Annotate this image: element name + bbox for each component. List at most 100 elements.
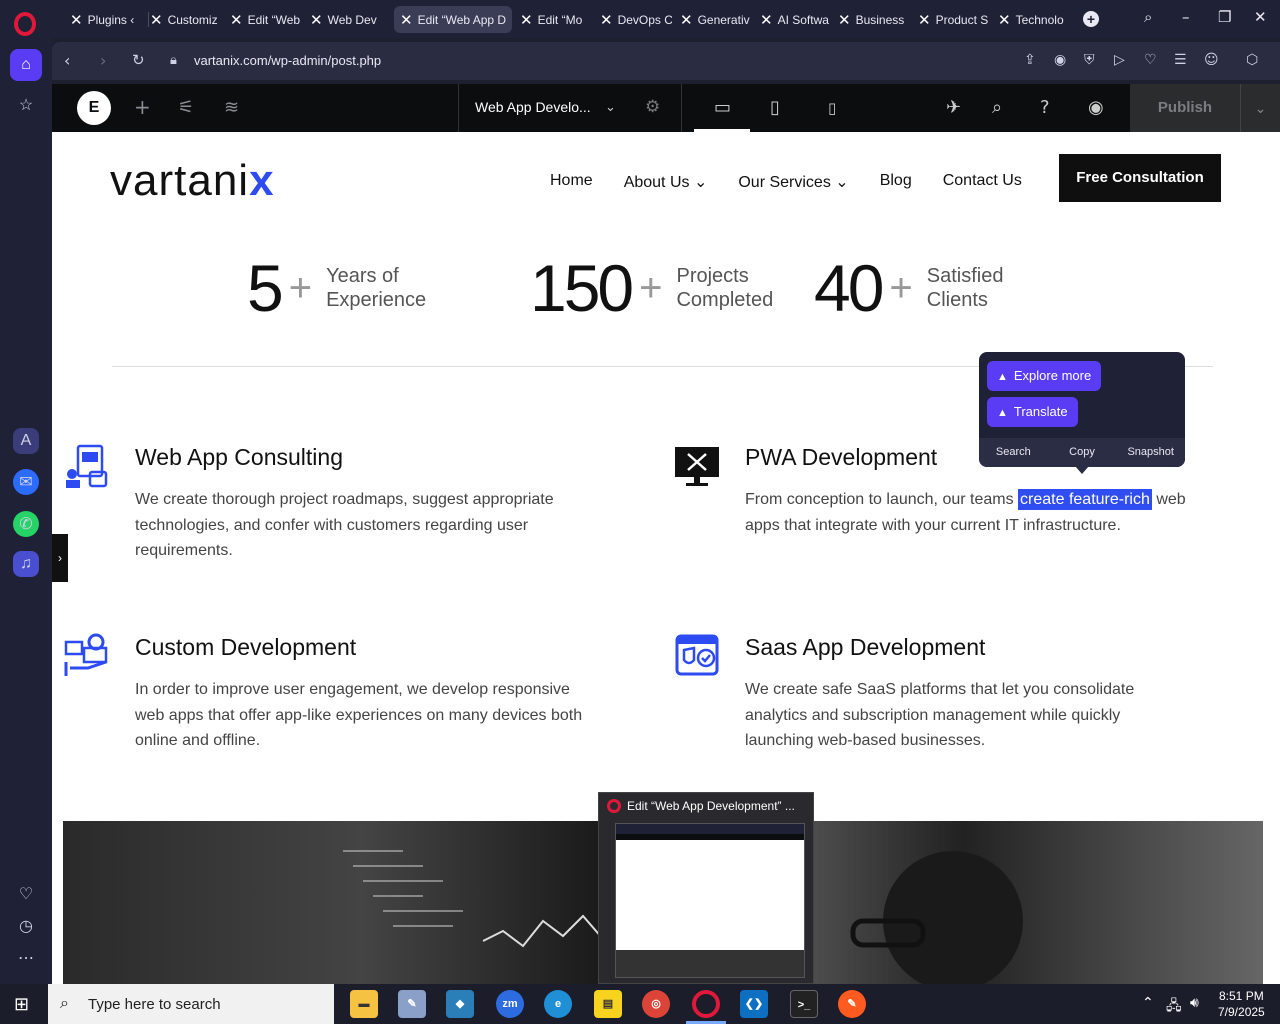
url-field[interactable]: vartanix.com/wp-admin/post.php — [194, 53, 381, 68]
free-consultation-button[interactable]: Free Consultation — [1059, 154, 1221, 202]
notifications-icon[interactable]: ✈ — [946, 97, 961, 118]
restore-icon[interactable]: ❐ — [1218, 8, 1231, 26]
opera-sidebar: ⌂ ☆ A ✉ ✆ ♫ ♡ ◷ ⋯ — [0, 0, 52, 984]
custom-development-icon — [64, 633, 108, 676]
aria-icon: ▲ — [997, 371, 1008, 383]
opera-taskbar-icon[interactable] — [692, 990, 720, 1018]
profile-icon[interactable]: ☺ — [1204, 52, 1219, 68]
bookmark-heart-icon[interactable]: ♡ — [1144, 52, 1157, 68]
opera-logo-icon[interactable] — [14, 12, 36, 36]
service-web-app-consulting: Web App Consulting We create thorough pr… — [135, 444, 554, 559]
elementor-logo-icon[interactable]: E — [77, 91, 111, 125]
tab-search-icon[interactable]: ⌕ — [1144, 8, 1152, 26]
chrome-icon[interactable]: ◎ — [642, 990, 670, 1018]
home-icon[interactable]: ⌂ — [10, 49, 42, 81]
panel-expand-chevron-icon[interactable]: › — [52, 534, 68, 582]
popup-copy-button[interactable]: Copy — [1048, 438, 1117, 467]
paint-icon[interactable]: ✎ — [398, 990, 426, 1018]
extensions-icon[interactable]: ⬡ — [1246, 52, 1258, 68]
system-clock[interactable]: 8:51 PM 7/9/2025 — [1218, 988, 1265, 1020]
nav-blog[interactable]: Blog — [880, 172, 912, 192]
mobile-icon[interactable]: ▯ — [828, 99, 836, 117]
service-saas-app-development: Saas App Development We create safe SaaS… — [745, 634, 1135, 749]
more-icon[interactable]: ⋯ — [10, 942, 42, 974]
music-player-icon[interactable]: ♫ — [13, 551, 39, 577]
camera-icon[interactable]: ◉ — [1054, 52, 1066, 68]
terminal-icon[interactable]: >_ — [790, 990, 818, 1018]
page-title-dropdown[interactable]: Web App Develo... ⌄ ⚙ — [458, 84, 682, 132]
whatsapp-icon[interactable]: ✆ — [13, 511, 39, 537]
taskbar-window-preview[interactable]: Edit “Web App Development” ... — [598, 792, 814, 984]
messenger-icon[interactable]: ✉ — [13, 469, 39, 495]
close-window-icon[interactable]: ✕ — [1254, 8, 1267, 26]
tab[interactable]: ✕ Edit “Web — [224, 6, 302, 33]
popup-search-button[interactable]: Search — [979, 438, 1048, 467]
tab[interactable]: ✕ Business — [832, 6, 912, 33]
shield-icon[interactable]: ⛨ — [1084, 52, 1095, 68]
explore-more-button[interactable]: ▲ Explore more — [987, 361, 1102, 391]
windows-start-icon[interactable]: ⊞ — [14, 994, 29, 1015]
x-favicon-icon: ✕ — [70, 10, 83, 29]
tab[interactable]: ✕ Technolo — [992, 6, 1074, 33]
opera-icon — [607, 799, 621, 813]
x-favicon-icon: ✕ — [600, 10, 613, 29]
star-icon[interactable]: ☆ — [10, 89, 42, 121]
x-favicon-icon: ✕ — [520, 10, 533, 29]
tab[interactable]: ✕ AI Softwa — [754, 6, 832, 33]
layers-icon[interactable]: ≋ — [224, 97, 239, 118]
tab-active[interactable]: ✕ Edit “Web App D — [394, 6, 512, 33]
forward-icon[interactable]: › — [100, 51, 106, 70]
nav-home[interactable]: Home — [550, 172, 593, 192]
heart-icon[interactable]: ♡ — [10, 878, 42, 910]
publish-options-chevron-icon[interactable]: ⌄ — [1240, 84, 1280, 132]
new-tab-plus-icon[interactable]: + — [1083, 11, 1099, 27]
nav-about-us[interactable]: About Us ⌄ — [624, 172, 708, 192]
zoom-icon[interactable]: zm — [496, 990, 524, 1018]
vscode-icon[interactable]: ❮❯ — [740, 990, 768, 1018]
back-icon[interactable]: ‹ — [64, 51, 70, 70]
preview-eye-icon[interactable]: ◉ — [1088, 97, 1104, 118]
main-nav: Home About Us ⌄ Our Services ⌄ Blog Cont… — [550, 172, 1053, 192]
site-logo[interactable]: vartanix — [110, 156, 275, 206]
share-icon[interactable]: ⇪ — [1024, 52, 1036, 68]
add-element-icon[interactable]: + — [134, 95, 151, 119]
sticky-notes-icon[interactable]: ▤ — [594, 990, 622, 1018]
tab[interactable]: ✕ DevOps C — [594, 6, 672, 33]
nav-our-services[interactable]: Our Services ⌄ — [738, 172, 848, 192]
volume-icon[interactable]: 🔊︎ — [1190, 995, 1199, 1011]
tab[interactable]: ✕ Plugins ‹ — [64, 6, 146, 33]
network-icon[interactable]: 🖧︎ — [1166, 995, 1182, 1019]
publish-button[interactable]: Publish — [1130, 84, 1240, 132]
app-icon[interactable]: ◆ — [446, 990, 474, 1018]
tab[interactable]: ✕ Edit “Mo — [514, 6, 592, 33]
tab[interactable]: ✕ Product S — [912, 6, 992, 33]
popup-snapshot-button[interactable]: Snapshot — [1116, 438, 1185, 467]
settings-sliders-icon[interactable]: ⚟ — [178, 97, 194, 118]
search-icon[interactable]: ⌕ — [992, 97, 1002, 118]
tab-bar: ✕ Plugins ‹ ✕ Customiz ✕ Edit “Web ✕ Web Dev… — [52, 0, 1280, 38]
edge-icon[interactable]: e — [544, 990, 572, 1018]
tablet-icon[interactable]: ▯ — [770, 97, 780, 118]
help-icon[interactable]: ? — [1040, 97, 1050, 118]
gear-icon[interactable]: ⚙ — [645, 97, 660, 117]
selected-text[interactable]: create feature-rich — [1018, 489, 1152, 510]
file-explorer-icon[interactable]: ▬ — [350, 990, 378, 1018]
x-favicon-icon: ✕ — [400, 10, 413, 29]
tab[interactable]: ✕ Web Dev — [304, 6, 384, 33]
history-icon[interactable]: ◷ — [10, 910, 42, 942]
nav-contact-us[interactable]: Contact Us — [943, 172, 1022, 192]
x-favicon-icon: ✕ — [760, 10, 773, 29]
play-icon[interactable]: ▷ — [1114, 52, 1125, 68]
translate-button[interactable]: ▲ Translate — [987, 397, 1078, 427]
tab[interactable]: ✕ Generativ — [674, 6, 752, 33]
aria-icon[interactable]: A — [13, 428, 39, 454]
desktop-icon[interactable]: ▭ — [714, 97, 731, 118]
reload-icon[interactable]: ↻ — [132, 51, 145, 69]
tab[interactable]: ✕ Customiz — [144, 6, 222, 33]
minimize-icon[interactable]: – — [1182, 8, 1190, 26]
menu-icon[interactable]: ☰ — [1174, 52, 1187, 68]
app-orange-icon[interactable]: ✎ — [838, 990, 866, 1018]
tray-chevron-up-icon[interactable]: ⌃ — [1142, 995, 1154, 1011]
text-selection-popup: ▲ Explore more ▲ Translate Search Copy Sna… — [979, 352, 1185, 467]
taskbar-search-box[interactable]: ⌕ Type here to search — [48, 984, 334, 1024]
